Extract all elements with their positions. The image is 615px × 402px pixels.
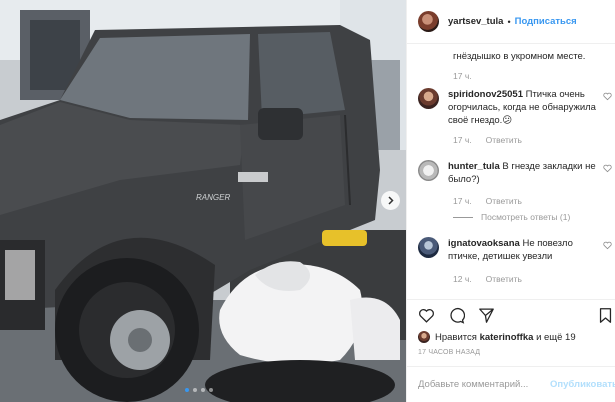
comment-time: 17 ч. (453, 135, 472, 145)
publish-button[interactable]: Опубликовать (550, 379, 615, 390)
reply-button[interactable]: Ответить (486, 196, 522, 206)
comment-item: spiridonov25051 Птичка очень огорчилась,… (418, 88, 615, 127)
share-icon[interactable] (478, 307, 495, 324)
comment-input[interactable] (418, 379, 550, 390)
add-comment-bar: Опубликовать (407, 366, 615, 402)
post-photo[interactable]: RANGER (0, 0, 406, 402)
comment-meta: 17 ч. Ответить (453, 196, 522, 206)
heart-icon[interactable] (418, 307, 435, 324)
post-header: yartsev_tula • Подписаться (407, 0, 615, 44)
commenter-avatar[interactable] (418, 88, 439, 109)
comment-username[interactable]: hunter_tula (448, 161, 500, 172)
carousel-dot (201, 388, 205, 392)
comments-list[interactable]: гнёздышко в укромном месте. 17 ч. spirid… (407, 44, 615, 299)
next-photo-button[interactable] (381, 191, 400, 210)
view-replies-label: Посмотреть ответы (1) (481, 212, 571, 222)
likes-summary: Нравится katerinoffka и ещё 19 (418, 331, 576, 343)
comment-username[interactable]: ignatovaoksana (448, 238, 520, 249)
carousel-dots (185, 388, 213, 392)
caption-tail: гнёздышко в укромном месте. (453, 51, 586, 62)
carousel-dot (185, 388, 189, 392)
action-bar (407, 299, 615, 331)
post-side-panel: yartsev_tula • Подписаться гнёздышко в у… (406, 0, 615, 402)
commenter-avatar[interactable] (418, 160, 439, 181)
comment-username[interactable]: spiridonov25051 (448, 89, 523, 100)
view-replies-button[interactable]: Посмотреть ответы (1) (453, 212, 570, 222)
commenter-avatar[interactable] (418, 237, 439, 258)
instagram-post: RANGER yartsev_tula • Подписаться гнёзды… (0, 0, 615, 402)
reply-button[interactable]: Ответить (486, 135, 522, 145)
likes-more[interactable]: и ещё 19 (536, 332, 576, 343)
caption-meta: 17 ч. (453, 71, 472, 81)
post-timestamp[interactable]: 17 ЧАСОВ НАЗАД (418, 349, 480, 356)
author-username[interactable]: yartsev_tula (448, 16, 503, 27)
carousel-dot (209, 388, 213, 392)
chevron-right-icon (388, 196, 394, 205)
like-comment-heart-icon[interactable] (603, 164, 612, 173)
badge-text: RANGER (196, 193, 230, 202)
header-separator: • (507, 16, 511, 27)
comment-meta: 12 ч. Ответить (453, 274, 522, 284)
comment-body: hunter_tula В гнезде закладки не было?) (448, 160, 598, 186)
comment-item: ignatovaoksana Не повезло птичке, детише… (418, 237, 615, 263)
bookmark-icon[interactable] (597, 307, 614, 324)
carousel-dot (193, 388, 197, 392)
comment-icon[interactable] (448, 307, 465, 324)
comment-time: 17 ч. (453, 196, 472, 206)
liker-username[interactable]: katerinoffka (480, 332, 534, 343)
like-comment-heart-icon[interactable] (603, 241, 612, 250)
comment-item: hunter_tula В гнезде закладки не было?) (418, 160, 615, 186)
liker-avatar[interactable] (418, 331, 430, 343)
comment-meta: 17 ч. Ответить (453, 135, 522, 145)
comment-body: spiridonov25051 Птичка очень огорчилась,… (448, 88, 598, 127)
comment-body: ignatovaoksana Не повезло птичке, детише… (448, 237, 598, 263)
replies-line (453, 216, 473, 218)
comment-time: 12 ч. (453, 274, 472, 284)
follow-button[interactable]: Подписаться (515, 16, 577, 27)
comment-time: 17 ч. (453, 71, 472, 81)
reply-button[interactable]: Ответить (486, 274, 522, 284)
truck-photo-illustration: RANGER (0, 0, 406, 402)
like-comment-heart-icon[interactable] (603, 92, 612, 101)
author-avatar[interactable] (418, 11, 439, 32)
likes-prefix: Нравится (435, 331, 477, 343)
